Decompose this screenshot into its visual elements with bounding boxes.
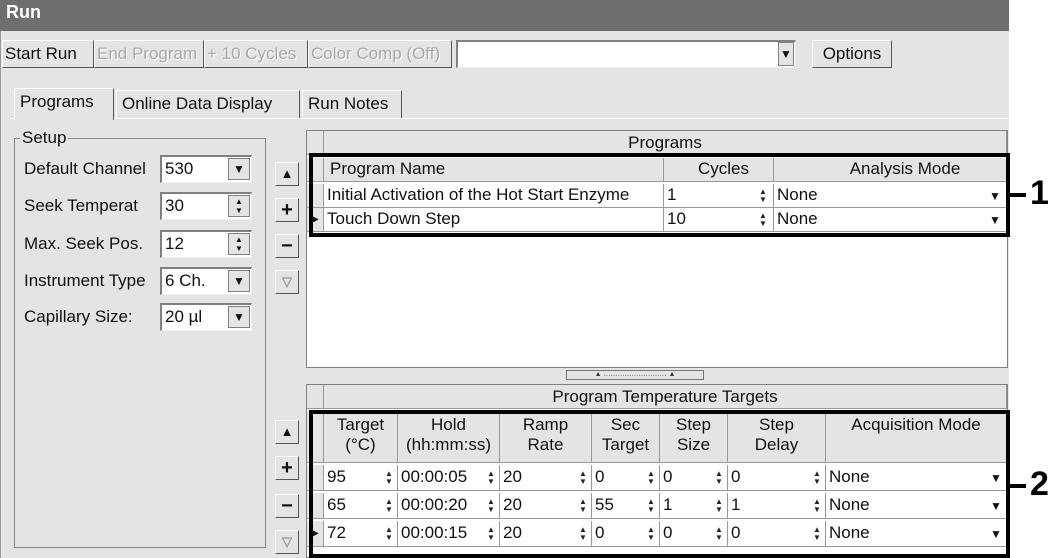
remove-program-button[interactable]: − (275, 234, 299, 258)
tab-run-notes[interactable]: Run Notes (302, 90, 402, 118)
tab-divider (10, 118, 1009, 119)
chevron-down-icon[interactable]: ▼ (228, 306, 250, 328)
grid-corner (307, 131, 324, 155)
callout-label-1: 1 (1030, 174, 1049, 212)
chevron-down-icon[interactable]: ▼ (228, 158, 250, 180)
options-button[interactable]: Options (812, 40, 892, 68)
seek-temperature-label: Seek Temperat (24, 196, 139, 215)
plus-10-cycles-button[interactable]: + 10 Cycles (204, 40, 308, 68)
spinner-icon[interactable]: ▲ ▼ (228, 195, 250, 217)
callout-box-1 (309, 153, 1010, 237)
end-program-button[interactable]: End Program (94, 40, 204, 68)
program-select-input[interactable] (456, 40, 796, 68)
callout-box-2 (309, 410, 1010, 558)
move-up-button[interactable]: ▲ (275, 162, 299, 186)
add-target-button[interactable]: + (275, 456, 299, 480)
tab-online-data-display[interactable]: Online Data Display (116, 90, 300, 118)
programs-title: Programs (324, 131, 1007, 155)
default-channel-label: Default Channel (24, 159, 146, 178)
move-down-button[interactable]: ▽ (275, 530, 299, 554)
instrument-type-label: Instrument Type (24, 271, 146, 290)
grid-corner (307, 385, 324, 409)
splitter-handle[interactable]: ▲ ……………………… ▲ (566, 370, 704, 380)
max-seek-pos-label: Max. Seek Pos. (24, 234, 144, 253)
tab-programs[interactable]: Programs (14, 88, 114, 120)
spinner-icon[interactable]: ▲ ▼ (228, 233, 250, 255)
start-run-button[interactable]: Start Run (2, 40, 94, 68)
chevron-down-icon[interactable]: ▼ (228, 270, 250, 292)
window-title: Run (0, 0, 1009, 31)
capillary-size-label: Capillary Size: (24, 307, 133, 326)
remove-target-button[interactable]: − (275, 494, 299, 518)
setup-title: Setup (20, 128, 69, 148)
targets-title: Program Temperature Targets (324, 385, 1007, 409)
chevron-down-icon[interactable]: ▼ (778, 42, 794, 66)
move-up-button[interactable]: ▲ (275, 420, 299, 444)
callout-line-2 (1008, 484, 1026, 488)
color-comp-button[interactable]: Color Comp (Off) (308, 40, 452, 68)
callout-label-2: 2 (1030, 465, 1049, 503)
callout-line-1 (1008, 193, 1026, 197)
move-down-button[interactable]: ▽ (275, 270, 299, 294)
add-program-button[interactable]: + (275, 198, 299, 222)
